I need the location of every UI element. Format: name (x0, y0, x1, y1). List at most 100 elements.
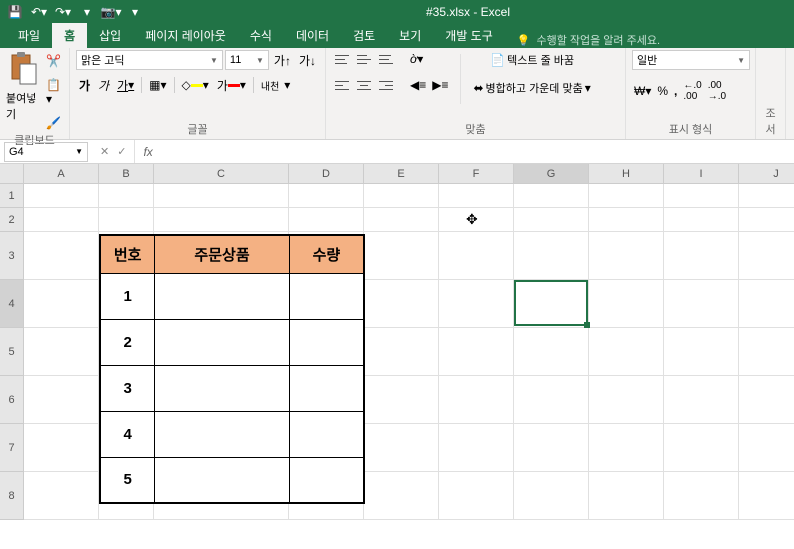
cut-button[interactable]: ✂️ (44, 52, 63, 70)
col-header-G[interactable]: G (514, 164, 589, 184)
tab-insert[interactable]: 삽입 (87, 23, 133, 48)
paste-button[interactable] (6, 50, 40, 88)
fx-icon[interactable]: fx (135, 145, 152, 159)
grow-font-button[interactable]: 가↑ (271, 51, 294, 69)
table-cell[interactable]: 1 (100, 273, 155, 319)
italic-button[interactable]: 가 (95, 76, 112, 94)
row-header-7[interactable]: 7 (0, 424, 24, 472)
table-cell[interactable] (155, 273, 289, 319)
align-bottom-button[interactable] (376, 50, 396, 68)
enter-formula-button[interactable]: ✓ (117, 145, 126, 158)
name-box[interactable]: G4▼ (4, 142, 88, 162)
col-header-E[interactable]: E (364, 164, 439, 184)
col-header-I[interactable]: I (664, 164, 739, 184)
align-center-button[interactable] (354, 76, 374, 94)
cancel-formula-button[interactable]: ✕ (100, 145, 109, 158)
align-top-button[interactable] (332, 50, 352, 68)
tab-page-layout[interactable]: 페이지 레이아웃 (133, 23, 238, 48)
table-cell[interactable] (289, 273, 364, 319)
header-product[interactable]: 주문상품 (155, 235, 289, 273)
percent-button[interactable]: % (655, 82, 670, 100)
col-header-C[interactable]: C (154, 164, 289, 184)
align-middle-button[interactable] (354, 50, 374, 68)
camera-icon[interactable]: 📷▾ (100, 2, 122, 22)
table-cell[interactable] (155, 319, 289, 365)
decrease-decimal-button[interactable]: .00→.0 (706, 78, 728, 104)
row-header-1[interactable]: 1 (0, 184, 24, 208)
table-cell[interactable] (155, 365, 289, 411)
table-cell[interactable] (289, 457, 364, 503)
table-cell[interactable]: 4 (100, 411, 155, 457)
format-painter-button[interactable]: 🖌️ (44, 114, 63, 132)
align-right-button[interactable] (376, 76, 396, 94)
ribbon: 붙여넣기 ✂️ 📋▾ 🖌️ 클립보드 맑은 고딕▼ 11▼ 가↑ 가↓ 가 가 … (0, 48, 794, 140)
active-cell[interactable] (514, 280, 588, 326)
increase-decimal-button[interactable]: ←.0.00 (681, 78, 703, 104)
border-button[interactable]: ▦▾ (146, 76, 169, 94)
comma-button[interactable]: , (672, 82, 679, 100)
row-header-4[interactable]: 4 (0, 280, 24, 328)
table-cell[interactable] (155, 457, 289, 503)
number-format-combo[interactable]: 일반▼ (632, 50, 750, 70)
col-header-H[interactable]: H (589, 164, 664, 184)
col-header-D[interactable]: D (289, 164, 364, 184)
row-headers: 12345678 (0, 184, 24, 520)
font-color-button[interactable]: 가▾ (214, 76, 249, 94)
group-alignment: ờ▾ ◀≡ ▶≡ 📄텍스트 줄 바꿈 ⬌병합하고 가운데 맞춤 ▾ 맞춤 (326, 48, 626, 139)
header-number[interactable]: 번호 (100, 235, 155, 273)
tab-developer[interactable]: 개발 도구 (433, 23, 505, 48)
fill-color-button[interactable]: ◇▾ (179, 76, 212, 94)
row-header-3[interactable]: 3 (0, 232, 24, 280)
row-header-2[interactable]: 2 (0, 208, 24, 232)
save-icon[interactable]: 💾 (4, 2, 26, 22)
decrease-indent-button[interactable]: ◀≡ (408, 76, 428, 94)
tab-review[interactable]: 검토 (341, 23, 387, 48)
redo-icon[interactable]: ↷▾ (52, 2, 74, 22)
table-cell[interactable]: 5 (100, 457, 155, 503)
col-header-F[interactable]: F (439, 164, 514, 184)
tab-view[interactable]: 보기 (387, 23, 433, 48)
name-box-value: G4 (9, 146, 24, 158)
increase-indent-button[interactable]: ▶≡ (430, 76, 450, 94)
orientation-button[interactable]: ờ▾ (408, 50, 425, 68)
tab-home[interactable]: 홈 (52, 23, 87, 48)
shrink-font-button[interactable]: 가↓ (296, 51, 319, 69)
chevron-down-icon: ▼ (256, 56, 264, 65)
select-all-corner[interactable] (0, 164, 24, 184)
tab-data[interactable]: 데이터 (284, 23, 341, 48)
bold-button[interactable]: 가 (76, 76, 93, 94)
formula-input[interactable] (153, 140, 794, 163)
worksheet-grid[interactable]: ABCDEFGHIJ 12345678 번호 주문상품 수량 12345 ✥ (0, 164, 794, 549)
orientation-icon: ờ (410, 52, 417, 66)
wrap-text-button[interactable]: 📄텍스트 줄 바꿈 (471, 50, 592, 70)
tab-formulas[interactable]: 수식 (238, 23, 284, 48)
row-header-6[interactable]: 6 (0, 376, 24, 424)
undo-icon[interactable]: ↶▾ (28, 2, 50, 22)
font-name-combo[interactable]: 맑은 고딕▼ (76, 50, 223, 70)
table-cell[interactable] (289, 365, 364, 411)
header-qty[interactable]: 수량 (289, 235, 364, 273)
underline-button[interactable]: 가▾ (114, 76, 137, 94)
tab-file[interactable]: 파일 (6, 23, 52, 48)
table-cell[interactable] (289, 319, 364, 365)
align-left-button[interactable] (332, 76, 352, 94)
qat-more-icon[interactable]: ▾ (124, 2, 146, 22)
table-cell[interactable] (155, 411, 289, 457)
tell-me[interactable]: 💡 수행할 작업을 알려 주세요. (505, 32, 660, 48)
row-header-8[interactable]: 8 (0, 472, 24, 520)
currency-button[interactable]: ₩▾ (632, 82, 653, 100)
row-header-5[interactable]: 5 (0, 328, 24, 376)
col-header-B[interactable]: B (99, 164, 154, 184)
table-cell[interactable]: 2 (100, 319, 155, 365)
copy-button[interactable]: 📋▾ (44, 76, 63, 108)
merge-center-button[interactable]: ⬌병합하고 가운데 맞춤 ▾ (471, 78, 592, 98)
customize-icon[interactable]: ▾ (76, 2, 98, 22)
table-cell[interactable] (289, 411, 364, 457)
col-header-J[interactable]: J (739, 164, 794, 184)
table-cell[interactable]: 3 (100, 365, 155, 411)
number-label: 표시 형식 (632, 121, 749, 139)
fill-handle[interactable] (584, 322, 590, 328)
phonetic-button[interactable]: 내천 (258, 76, 282, 94)
font-size-combo[interactable]: 11▼ (225, 50, 269, 70)
col-header-A[interactable]: A (24, 164, 99, 184)
